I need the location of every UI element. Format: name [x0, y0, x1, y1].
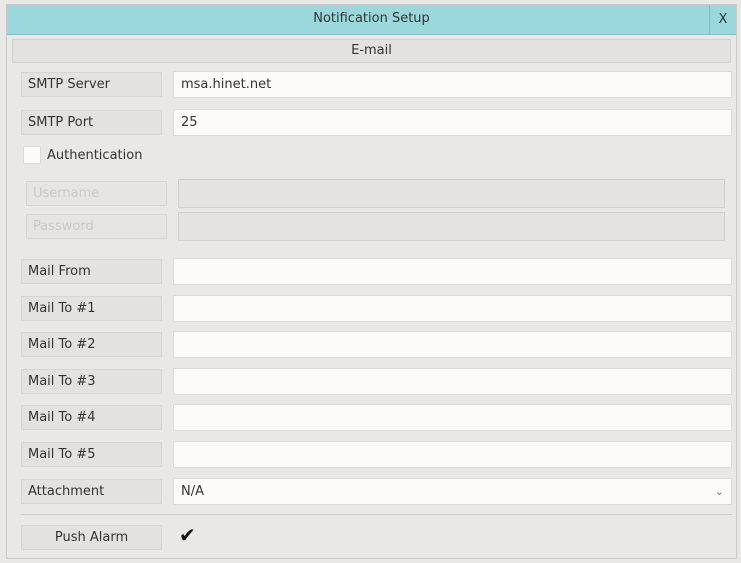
- mail-to-3-input[interactable]: [173, 368, 732, 395]
- divider: [21, 514, 732, 515]
- smtp-server-label: SMTP Server: [21, 72, 162, 97]
- attachment-value: N/A: [181, 484, 204, 499]
- mail-from-label: Mail From: [21, 259, 162, 284]
- mail-to-4-input[interactable]: [173, 404, 732, 431]
- mail-to-2-label: Mail To #2: [21, 332, 162, 357]
- username-input[interactable]: [178, 179, 725, 208]
- smtp-port-label: SMTP Port: [21, 110, 162, 135]
- notification-setup-dialog: Notification Setup X E-mail SMTP Server …: [6, 4, 737, 559]
- username-label: Username: [26, 181, 167, 206]
- close-button[interactable]: X: [709, 5, 736, 34]
- password-input[interactable]: [178, 212, 725, 241]
- mail-from-input[interactable]: [173, 258, 732, 285]
- push-alarm-check-icon[interactable]: ✔: [179, 523, 196, 547]
- mail-to-5-input[interactable]: [173, 441, 732, 468]
- smtp-server-input[interactable]: msa.hinet.net: [173, 71, 732, 98]
- password-label: Password: [26, 214, 167, 239]
- mail-to-5-label: Mail To #5: [21, 442, 162, 467]
- mail-to-1-label: Mail To #1: [21, 296, 162, 321]
- authentication-label: Authentication: [47, 148, 143, 163]
- mail-to-2-input[interactable]: [173, 331, 732, 358]
- push-alarm-button[interactable]: Push Alarm: [21, 525, 162, 550]
- mail-to-1-input[interactable]: [173, 295, 732, 322]
- smtp-port-input[interactable]: 25: [173, 109, 732, 136]
- dialog-title: Notification Setup: [313, 11, 430, 26]
- attachment-select[interactable]: N/A ⌄: [173, 478, 732, 505]
- attachment-label: Attachment: [21, 479, 162, 504]
- authentication-checkbox[interactable]: [23, 146, 41, 164]
- section-header-email: E-mail: [12, 39, 731, 63]
- mail-to-3-label: Mail To #3: [21, 369, 162, 394]
- title-bar: Notification Setup X: [7, 5, 736, 35]
- chevron-down-icon: ⌄: [714, 485, 724, 498]
- mail-to-4-label: Mail To #4: [21, 405, 162, 430]
